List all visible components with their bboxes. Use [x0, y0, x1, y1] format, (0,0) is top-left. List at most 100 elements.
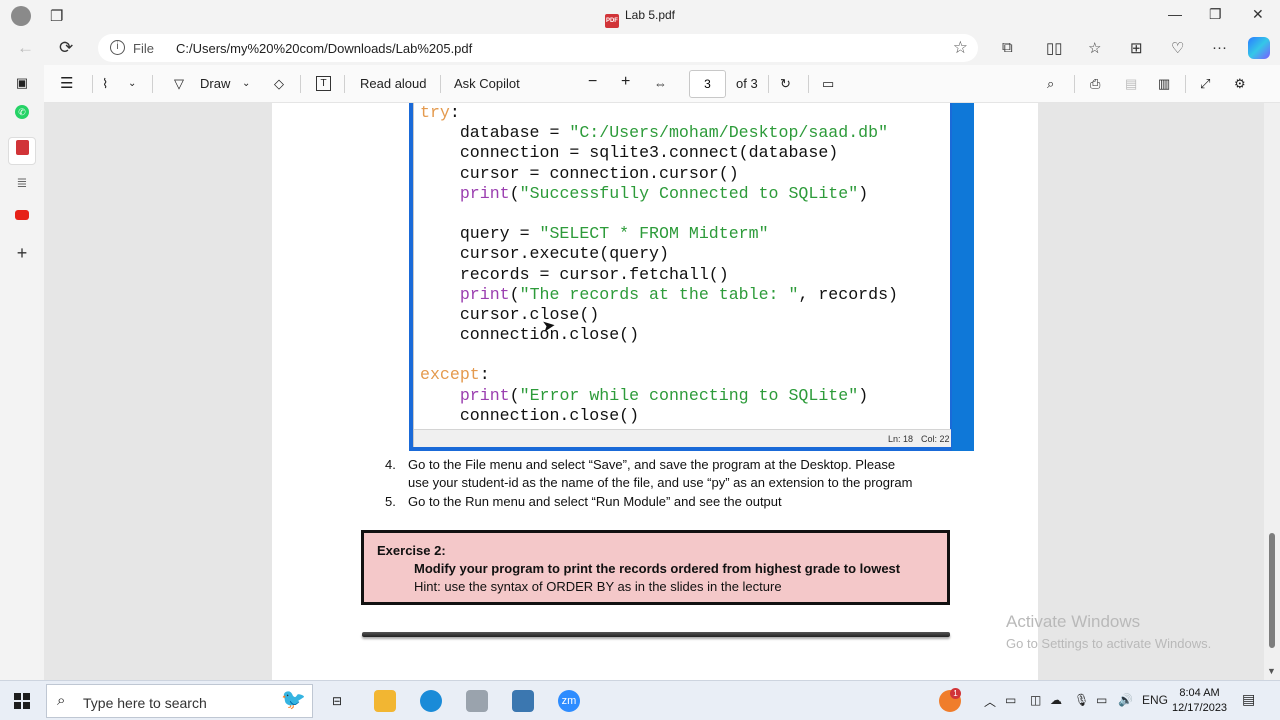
code-line: print("Successfully Connected to SQLite"…: [459, 183, 869, 203]
address-bar[interactable]: i File C:/Users/my%20%20com/Downloads/La…: [98, 34, 978, 62]
code-line: connection = sqlite3.connect(database): [420, 143, 839, 163]
notification-badge: 1: [950, 688, 961, 699]
battery-icon[interactable]: ▭: [1096, 693, 1107, 707]
editor-scrollbar: [952, 103, 974, 451]
separator: [344, 75, 345, 93]
code-line: cursor.execute(query): [420, 244, 669, 264]
scrollbar-thumb[interactable]: [1269, 533, 1275, 648]
code-screenshot: try: database = "C:/Users/moham/Desktop/…: [409, 103, 974, 451]
collections-icon[interactable]: ⊞: [1130, 39, 1143, 57]
list-item: 5. Go to the Run menu and select “Run Mo…: [382, 493, 912, 511]
separator: [92, 75, 93, 93]
close-button[interactable]: ✕: [1252, 6, 1264, 23]
code-line: except:: [420, 365, 490, 385]
file-explorer-icon[interactable]: [374, 690, 396, 712]
zoom-out-button[interactable]: −: [588, 73, 597, 91]
exercise-box: Exercise 2: Modify your program to print…: [361, 530, 950, 605]
favorite-star-icon[interactable]: ☆: [953, 38, 968, 58]
code-line: print("Error while connecting to SQLite"…: [459, 385, 869, 405]
save-as-icon[interactable]: ▥: [1158, 76, 1170, 92]
code-line: records = cursor.fetchall(): [420, 264, 729, 284]
browser-essentials-icon[interactable]: ♡: [1171, 39, 1184, 57]
exercise-heading: Exercise 2:: [377, 543, 446, 558]
highlight-icon[interactable]: ⌇: [102, 76, 108, 92]
contents-icon[interactable]: ☰: [60, 74, 73, 92]
minimize-button[interactable]: —: [1168, 6, 1182, 22]
whatsapp-icon[interactable]: ✆: [15, 105, 29, 119]
highlight-dropdown-chevron-icon[interactable]: ⌄: [128, 78, 136, 89]
meet-now-icon[interactable]: ▭: [1005, 693, 1016, 707]
vertical-tabs-icon[interactable]: ▣: [12, 73, 32, 93]
code-line: database = "C:/Users/moham/Desktop/saad.…: [420, 123, 889, 143]
settings-gear-icon[interactable]: ⚙: [1234, 76, 1246, 92]
fit-to-width-icon[interactable]: ⇔: [654, 76, 667, 91]
draw-button[interactable]: Draw: [200, 76, 230, 91]
fullscreen-icon[interactable]: ⤢: [1200, 76, 1210, 92]
zoom-in-button[interactable]: +: [621, 73, 630, 91]
pdf-file-icon: PDF: [604, 14, 619, 28]
zoom-app-icon[interactable]: zm: [558, 690, 580, 712]
volume-icon[interactable]: 🔊: [1118, 693, 1133, 707]
extensions-icon[interactable]: ⧉: [1002, 39, 1013, 56]
viewer-scrollbar[interactable]: ▼: [1264, 103, 1280, 680]
back-button[interactable]: ←: [17, 38, 34, 58]
language-indicator[interactable]: ENG: [1142, 693, 1168, 707]
print-icon[interactable]: ⎙: [1090, 76, 1100, 92]
search-icon: ⌕: [57, 692, 66, 709]
save-icon[interactable]: ▤: [1125, 76, 1137, 92]
copilot-icon[interactable]: [1248, 37, 1270, 59]
split-screen-icon[interactable]: ▯▯: [1046, 39, 1063, 57]
refresh-button[interactable]: ⟳: [59, 38, 73, 58]
page-view-icon[interactable]: ▭: [822, 76, 834, 92]
line-number: Ln: 18: [888, 434, 914, 444]
pdf-tab-icon[interactable]: [8, 137, 36, 165]
pdf-page: try: database = "C:/Users/moham/Desktop/…: [272, 103, 1038, 680]
separator: [152, 75, 153, 93]
code-line: connection.close(): [420, 325, 640, 345]
onedrive-cloud-icon[interactable]: ☁: [1050, 693, 1062, 707]
python-idle-icon[interactable]: [512, 690, 534, 712]
camera-icon[interactable]: ◫: [1030, 693, 1041, 707]
step-text: use your student-id as the name of the f…: [408, 475, 913, 491]
separator: [440, 75, 441, 93]
info-icon[interactable]: i: [110, 40, 125, 55]
scroll-down-arrow-icon[interactable]: ▼: [1267, 666, 1276, 676]
read-aloud-button[interactable]: Read aloud: [360, 76, 427, 91]
separator: [300, 75, 301, 93]
more-menu-icon[interactable]: ···: [1212, 39, 1227, 56]
text-box-icon[interactable]: T: [316, 76, 331, 91]
draw-dropdown-chevron-icon[interactable]: ⌄: [242, 78, 250, 89]
mouse-cursor-icon: ➤: [540, 317, 557, 336]
taskbar-search[interactable]: ⌕ Type here to search 🐦: [46, 684, 313, 718]
title-bar: ❐ PDF Lab 5.pdf — ❐ ✕: [0, 0, 1280, 31]
page-number-input[interactable]: 3: [689, 70, 726, 98]
python-code: try: database = "C:/Users/moham/Desktop/…: [420, 103, 898, 426]
rotate-icon[interactable]: ↻: [780, 76, 791, 92]
page-total: of 3: [736, 76, 758, 91]
system-clock[interactable]: 8:04 AM 12/17/2023: [1172, 686, 1227, 716]
separator: [808, 75, 809, 93]
favorites-icon[interactable]: ☆: [1088, 39, 1101, 57]
editor-status-bar: Ln: 18 Col: 22: [414, 429, 951, 447]
action-center-icon[interactable]: ▤: [1242, 691, 1255, 708]
list-item: 4. Go to the File menu and select “Save”…: [382, 456, 912, 493]
add-sidebar-app-icon[interactable]: +: [12, 243, 32, 263]
maximize-button[interactable]: ❐: [1209, 6, 1222, 23]
microphone-icon[interactable]: 🎙: [1074, 693, 1089, 707]
start-button[interactable]: [14, 693, 30, 709]
activate-windows-watermark: Activate Windows Go to Settings to activ…: [1006, 612, 1212, 651]
show-hidden-icons-chevron-icon[interactable]: ︿: [984, 693, 996, 710]
search-icon[interactable]: ⌕: [1047, 76, 1054, 92]
task-view-icon[interactable]: ⊟: [326, 690, 348, 712]
windows-taskbar: ⌕ Type here to search 🐦 ⊟ zm 1 ︿ ▭ ◫ ☁ 🎙…: [0, 680, 1280, 720]
code-line: cursor.close(): [420, 304, 600, 324]
database-icon[interactable]: ≣: [12, 173, 32, 193]
erase-icon[interactable]: ◇: [274, 76, 284, 92]
ask-copilot-button[interactable]: Ask Copilot: [454, 76, 520, 91]
youtube-icon[interactable]: [12, 206, 32, 226]
url-text[interactable]: C:/Users/my%20%20com/Downloads/Lab%205.p…: [176, 41, 472, 56]
address-bar-row: ← ⟳ i File C:/Users/my%20%20com/Download…: [0, 31, 1280, 65]
draw-icon[interactable]: ▽: [174, 76, 184, 92]
edge-browser-icon[interactable]: [420, 690, 442, 712]
database-app-icon[interactable]: [466, 690, 488, 712]
